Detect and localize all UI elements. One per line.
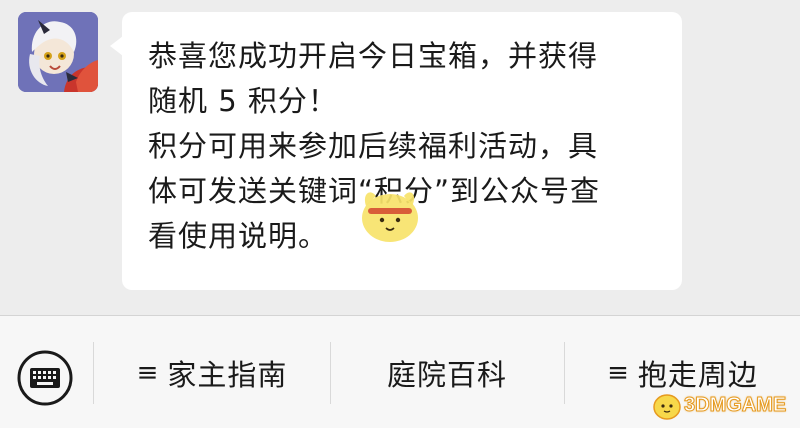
mascot-sticker-icon	[362, 192, 418, 242]
message-line: 恭喜您成功开启今日宝箱，并获得	[148, 39, 599, 73]
chat-area: 恭喜您成功开启今日宝箱，并获得 随机 5 积分！ 积分可用来参加后续福利活动，具…	[0, 0, 800, 312]
keyboard-toggle-button[interactable]	[16, 349, 74, 407]
menu-item-label: 庭院百科	[386, 358, 507, 392]
watermark-mascot-icon	[653, 394, 681, 420]
site-watermark: 3DMGAME	[650, 385, 787, 425]
sender-avatar[interactable]	[18, 12, 98, 92]
avatar-illustration	[18, 12, 98, 92]
submenu-list-icon: ≡	[136, 358, 160, 388]
menu-item-guide[interactable]: ≡ 家主指南	[95, 342, 329, 404]
message-bubble[interactable]: 恭喜您成功开启今日宝箱，并获得 随机 5 积分！ 积分可用来参加后续福利活动，具…	[122, 12, 682, 290]
message-line: 积分可用来参加后续福利活动，具	[148, 129, 599, 163]
keyboard-icon	[17, 350, 73, 406]
submenu-list-icon: ≡	[607, 358, 630, 388]
menu-item-label: 家主指南	[167, 358, 288, 392]
message-line: 随机 5 积分！	[148, 84, 338, 118]
menu-divider	[93, 342, 94, 404]
watermark-text: 3DMGAME	[683, 393, 787, 416]
menu-item-encyclopedia[interactable]: 庭院百科	[331, 342, 563, 404]
